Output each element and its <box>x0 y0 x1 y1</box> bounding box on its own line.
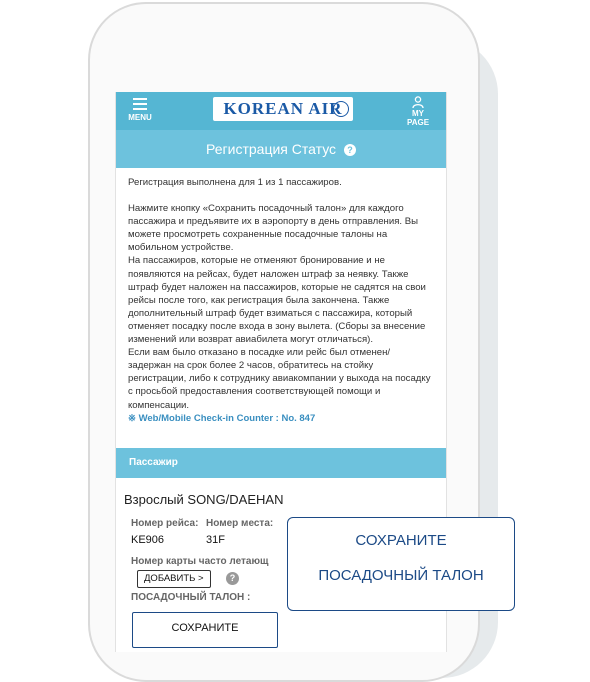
seat-number-label: Номер места: <box>206 518 274 529</box>
flight-number-label: Номер рейса: <box>131 518 199 529</box>
person-icon <box>412 96 424 108</box>
add-frequent-flyer-button[interactable]: ДОБАВИТЬ > <box>137 570 211 588</box>
passenger-name: Взрослый SONG/DAEHAN <box>124 492 284 507</box>
mypage-label: MY PAGE <box>406 109 430 127</box>
callout-line-1: СОХРАНИТЕ <box>355 532 447 549</box>
passenger-section-header: Пассажир <box>116 448 446 478</box>
page-title-bar: Регистрация Статус ? <box>116 130 446 168</box>
checkin-info: Регистрация выполнена для 1 из 1 пассажи… <box>128 176 434 425</box>
menu-label: MENU <box>128 113 152 122</box>
info-paragraph: Нажмите кнопку «Сохранить посадочный тал… <box>128 203 419 254</box>
info-paragraph: На пассажиров, которые не отменяют брони… <box>128 255 426 346</box>
info-paragraph: Если вам было отказано в посадке или рей… <box>128 347 431 411</box>
hamburger-icon <box>133 98 147 110</box>
save-boarding-pass-callout[interactable]: СОХРАНИТЕ ПОСАДОЧНЫЙ ТАЛОН <box>287 517 515 611</box>
flight-number-value: KE906 <box>131 534 165 546</box>
info-paragraph: Регистрация выполнена для 1 из 1 пассажи… <box>128 177 342 188</box>
help-icon[interactable]: ? <box>226 572 239 585</box>
callout-line-2: ПОСАДОЧНЫЙ ТАЛОН <box>318 567 484 584</box>
skyteam-icon <box>333 101 349 117</box>
seat-number-value: 31F <box>206 534 225 546</box>
page-title: Регистрация Статус <box>206 141 337 157</box>
boarding-pass-label: ПОСАДОЧНЫЙ ТАЛОН : <box>131 592 251 603</box>
frequent-flyer-label: Номер карты часто летающ <box>131 556 269 567</box>
checkin-counter-note: ※ Web/Mobile Check-in Counter : No. 847 <box>128 412 316 424</box>
korean-air-logo[interactable]: KOREAN AIR <box>213 97 353 121</box>
menu-button[interactable]: MENU <box>126 96 154 126</box>
top-nav-bar: MENU KOREAN AIR MY PAGE <box>116 92 446 130</box>
save-boarding-pass-button[interactable]: СОХРАНИТЕ <box>132 612 278 648</box>
my-page-button[interactable]: MY PAGE <box>400 96 436 127</box>
logo-text: KOREAN AIR <box>223 99 343 118</box>
help-icon[interactable]: ? <box>343 144 356 156</box>
